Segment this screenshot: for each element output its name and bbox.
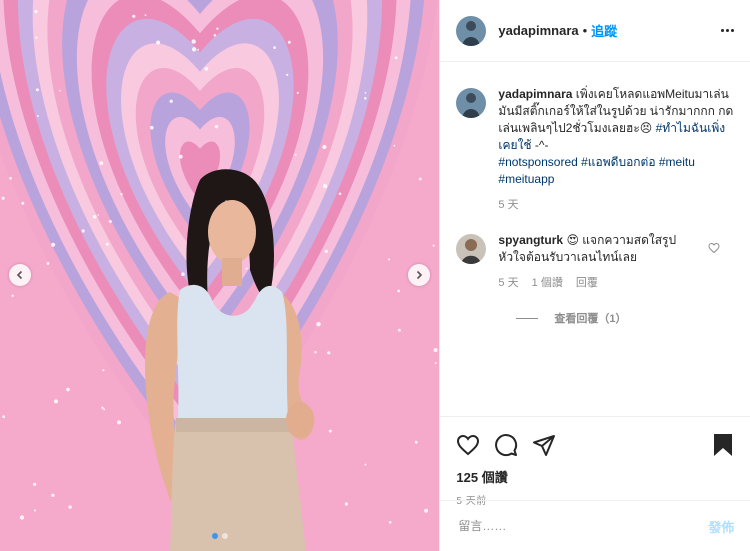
comment-input[interactable] (456, 518, 709, 534)
author-avatar[interactable] (456, 88, 487, 118)
like-comment-icon[interactable] (708, 242, 720, 254)
carousel-dot (222, 533, 228, 539)
commenter-username[interactable]: spyangturk (498, 233, 563, 247)
separator-dot: • (582, 23, 588, 38)
follow-button[interactable]: 追蹤 (591, 21, 617, 40)
comment-icon[interactable] (494, 433, 518, 457)
post-side-panel: yadapimnara • 追蹤 yadapimnara เพิ่งเคยโหล… (439, 0, 750, 551)
save-bookmark-icon[interactable] (712, 433, 734, 457)
reply-button[interactable]: 回覆 (576, 277, 598, 289)
view-replies-button[interactable]: 查看回覆（1） (516, 310, 734, 326)
caption: yadapimnara เพิ่งเคยโหลดแอพMeituมาเล่น ม… (456, 86, 734, 214)
instagram-post: yadapimnara • 追蹤 yadapimnara เพิ่งเคยโหล… (0, 0, 750, 551)
heart-pattern-background (0, 0, 440, 551)
share-icon[interactable] (532, 433, 556, 457)
caption-username[interactable]: yadapimnara (498, 87, 572, 101)
comment-item: spyangturk 😍 แจกความสดใสรูปหัวใจต้อนรับว… (456, 232, 734, 292)
author-username[interactable]: yadapimnara (498, 23, 578, 38)
more-options-icon[interactable] (721, 29, 734, 32)
add-comment-bar: 發佈 (440, 500, 750, 551)
divider (516, 317, 539, 319)
comment-time[interactable]: 5 天 (498, 277, 518, 289)
comments-section: yadapimnara เพิ่งเคยโหลดแอพMeituมาเล่น ม… (440, 62, 750, 416)
author-avatar[interactable] (456, 15, 487, 46)
next-image-button[interactable] (408, 264, 430, 286)
comment-emoji: 😍 (566, 233, 579, 247)
caption-time[interactable]: 5 天 (498, 197, 734, 214)
commenter-avatar[interactable] (456, 234, 487, 264)
carousel-indicator (0, 533, 439, 539)
comment-likes[interactable]: 1 個讚 (532, 277, 563, 289)
previous-image-button[interactable] (9, 264, 31, 286)
chevron-right-icon (416, 270, 423, 280)
like-heart-icon[interactable] (456, 433, 480, 457)
view-replies-label: 查看回覆（1） (554, 313, 627, 325)
chevron-left-icon (16, 270, 23, 280)
carousel-dot (212, 533, 218, 539)
post-header: yadapimnara • 追蹤 (440, 0, 750, 62)
caption-text-2: -^- (531, 138, 549, 152)
caption-hashtags[interactable]: #notsponsored #แอพดีบอกต่อ #meitu #meitu… (498, 155, 695, 186)
post-image[interactable] (0, 0, 440, 551)
post-actions: 125 個讚 5 天前 (440, 416, 750, 507)
likes-count[interactable]: 125 個讚 (456, 467, 734, 486)
comment-meta: 5 天 1 個讚 回覆 (498, 275, 698, 292)
post-comment-button[interactable]: 發佈 (708, 517, 734, 536)
